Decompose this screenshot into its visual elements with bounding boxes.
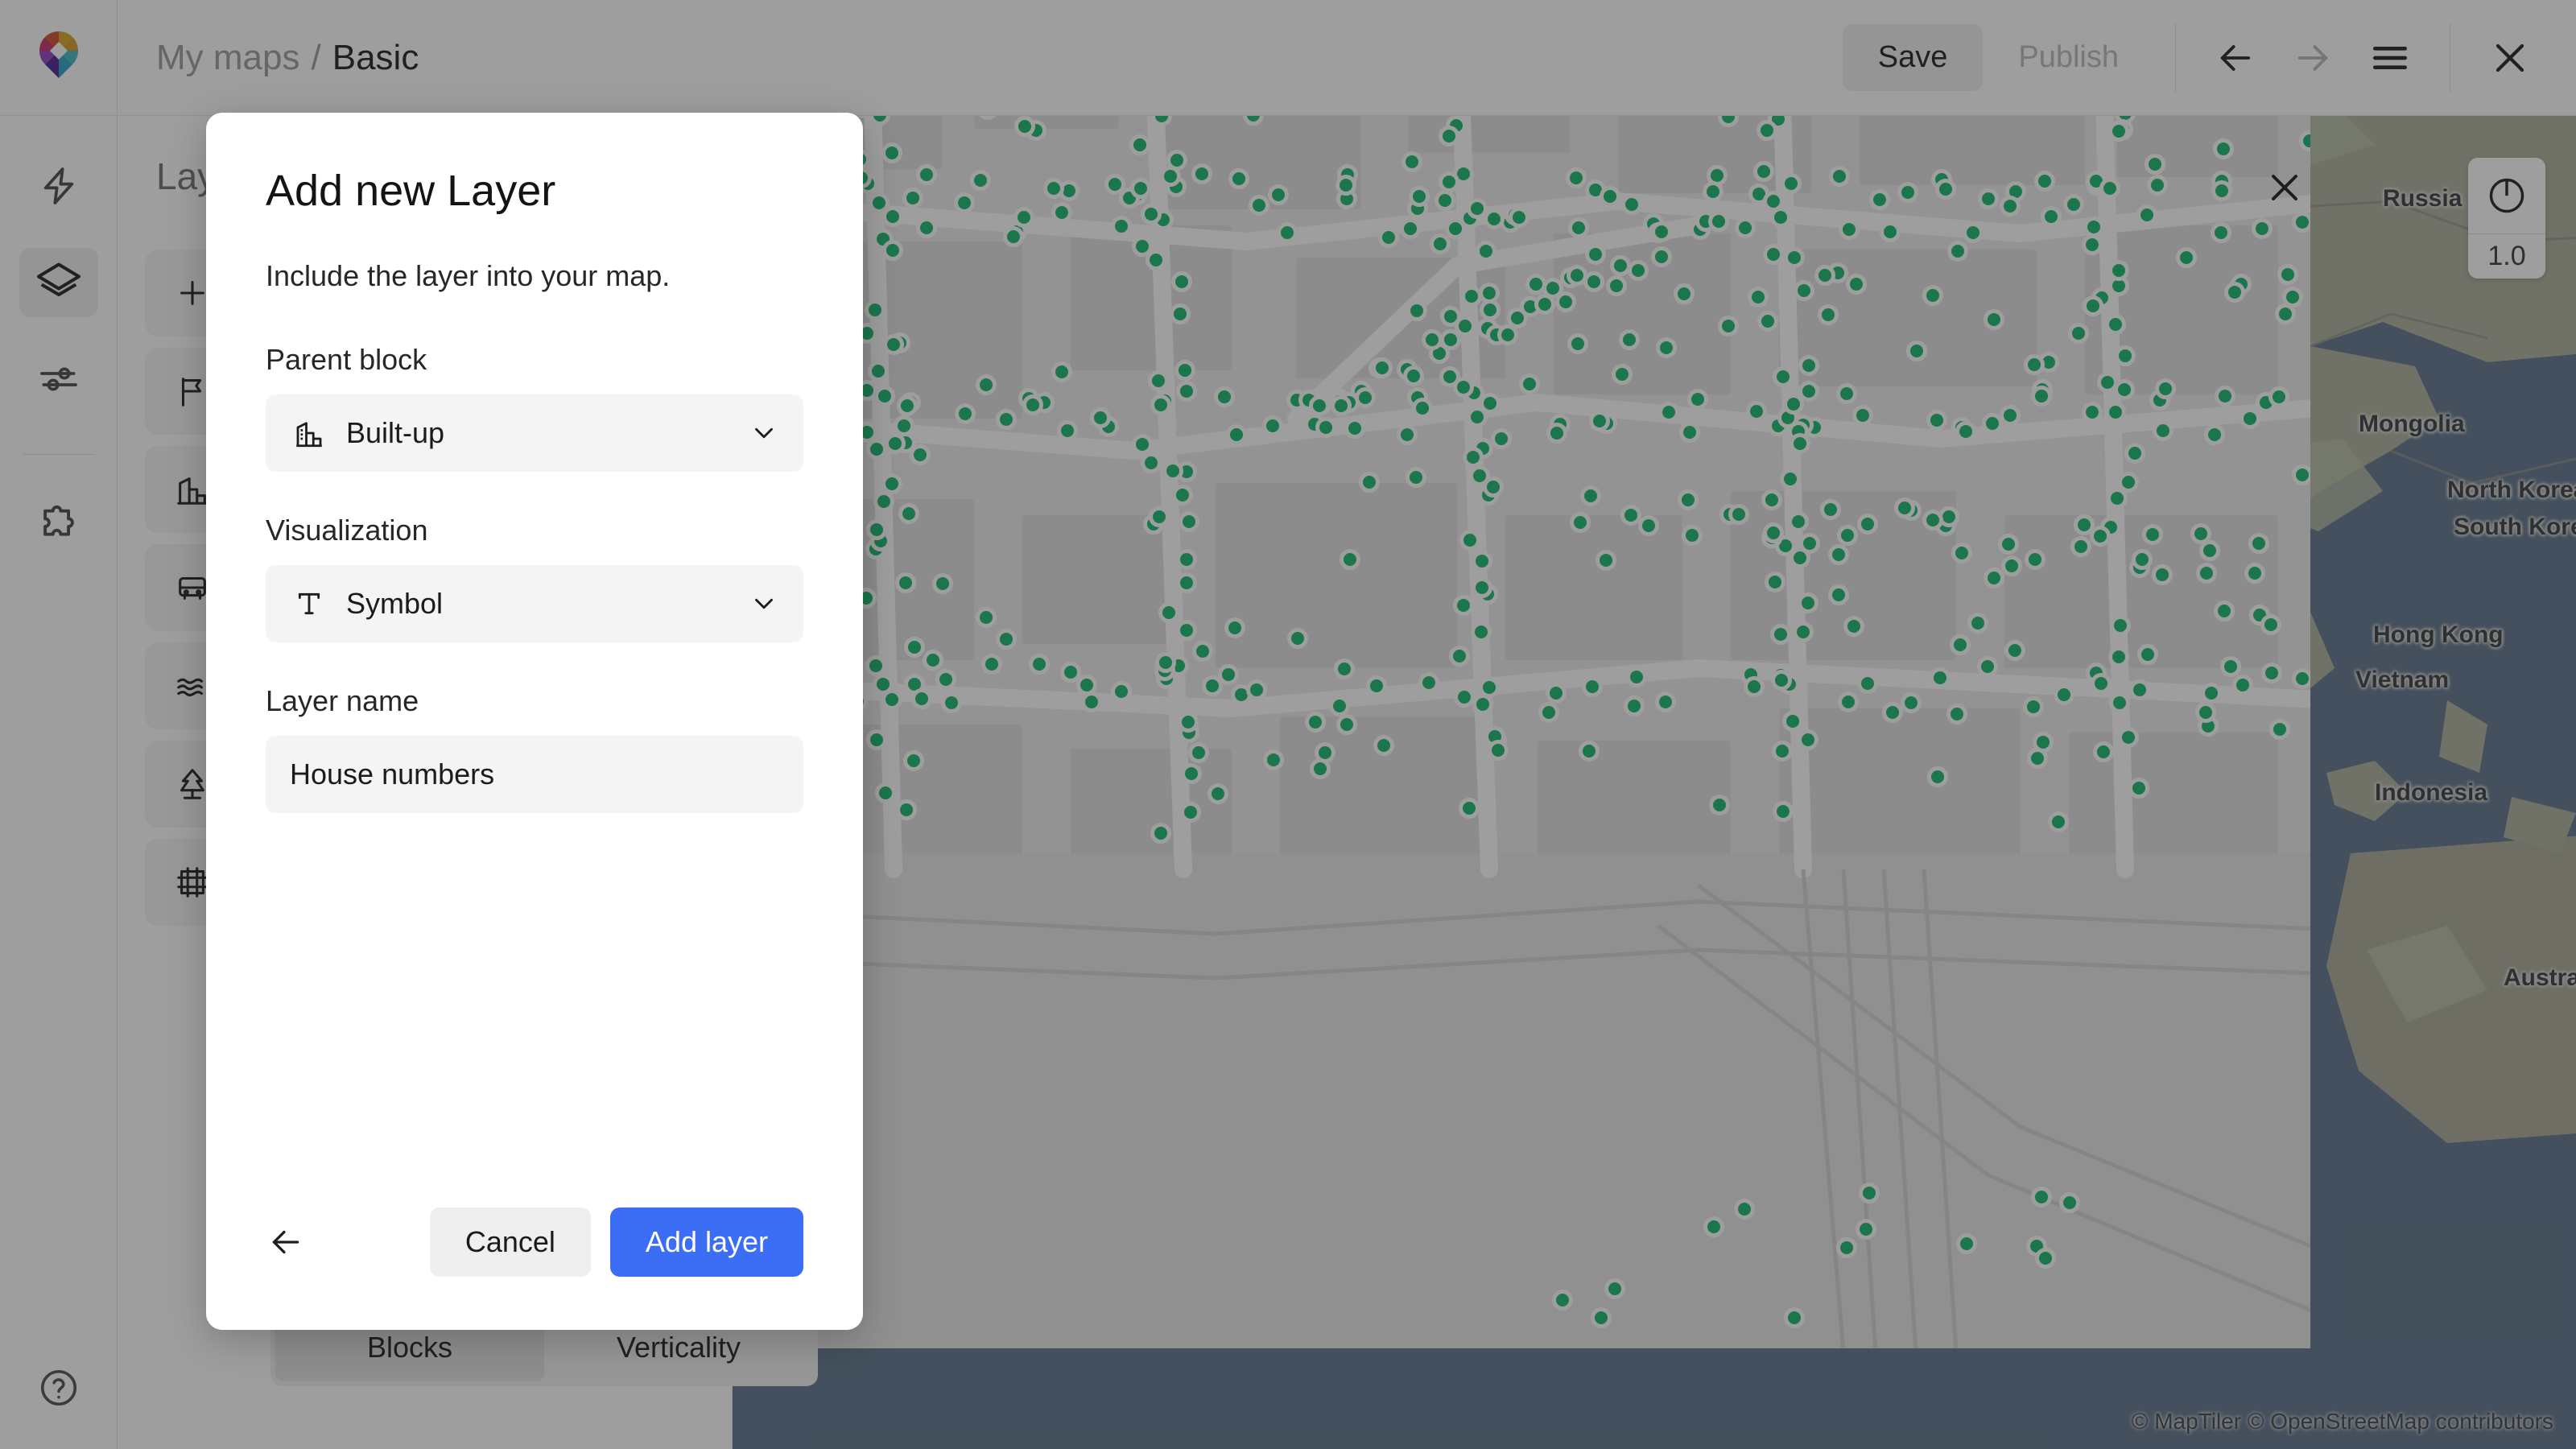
visualization-select[interactable]: Symbol (266, 565, 803, 642)
dialog-footer: Cancel Add layer (266, 1208, 803, 1330)
visualization-value: Symbol (346, 587, 749, 621)
add-layer-dialog: Add new Layer Include the layer into you… (206, 113, 863, 1330)
layer-name-input[interactable] (266, 736, 803, 813)
parent-block-select[interactable]: Built-up (266, 394, 803, 472)
arrow-left-icon-2 (266, 1222, 306, 1262)
visualization-label: Visualization (266, 514, 803, 547)
add-layer-button[interactable]: Add layer (610, 1208, 803, 1277)
dialog-back-button[interactable] (266, 1222, 306, 1262)
close-icon-2 (2262, 165, 2307, 210)
dialog-actions: Cancel Add layer (430, 1208, 803, 1277)
text-symbol-icon (290, 588, 328, 620)
dialog-close-button[interactable] (2262, 165, 2307, 214)
building-icon (290, 416, 328, 450)
chevron-down-icon (749, 418, 779, 448)
dialog-title: Add new Layer (266, 166, 803, 216)
parent-block-value: Built-up (346, 416, 749, 450)
cancel-button[interactable]: Cancel (430, 1208, 591, 1277)
parent-block-label: Parent block (266, 343, 803, 377)
dialog-subtitle: Include the layer into your map. (266, 259, 803, 293)
layer-name-label: Layer name (266, 684, 803, 718)
chevron-down-icon-2 (749, 588, 779, 619)
